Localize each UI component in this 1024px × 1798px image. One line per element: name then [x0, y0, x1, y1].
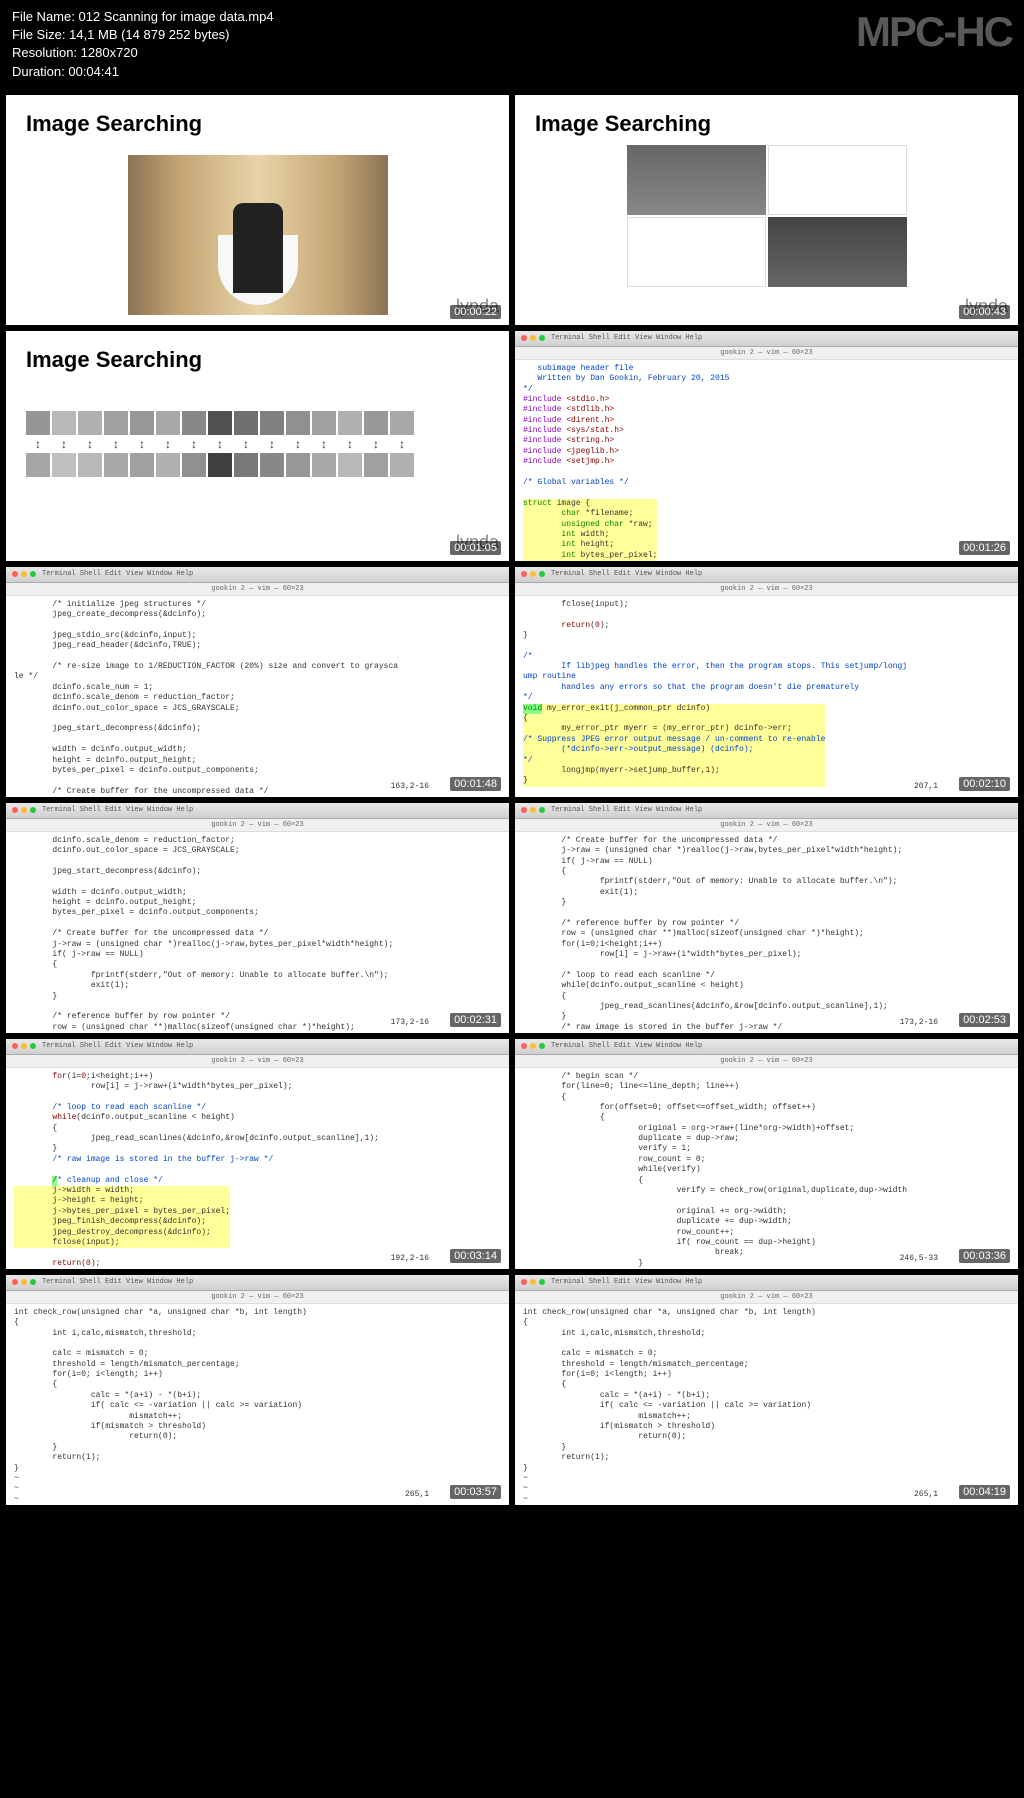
term-status-7: 173,2-16 [391, 1018, 429, 1027]
terminal-menubar: Terminal Shell Edit View Window Help [515, 803, 1018, 819]
timestamp-8: 00:02:53 [959, 1013, 1010, 1027]
timestamp-10: 00:03:36 [959, 1249, 1010, 1263]
terminal-code-4: subimage header file Written by Dan Gook… [515, 360, 1018, 561]
thumbnail-4[interactable]: Terminal Shell Edit View Window Help goo… [515, 331, 1018, 561]
term-status-11: 265,1 [405, 1490, 429, 1499]
timestamp-11: 00:03:57 [450, 1485, 501, 1499]
terminal-code-7: dcinfo.scale_denom = reduction_factor; d… [6, 832, 509, 1033]
term-status-6: 207,1 [914, 782, 938, 791]
term-status-8: 173,2-16 [900, 1018, 938, 1027]
duration: Duration: 00:04:41 [12, 63, 1012, 81]
terminal-menubar: Terminal Shell Edit View Window Help [6, 803, 509, 819]
terminal-menubar: Terminal Shell Edit View Window Help [6, 1039, 509, 1055]
terminal-code-11: int check_row(unsigned char *a, unsigned… [6, 1304, 509, 1505]
slide-title-3: Image Searching [6, 331, 509, 381]
terminal-title: gookin 2 — vim — 60×23 [515, 1055, 1018, 1068]
terminal-menubar: Terminal Shell Edit View Window Help [6, 1275, 509, 1291]
terminal-title: gookin 2 — vim — 60×23 [515, 1291, 1018, 1304]
thumbnail-12[interactable]: Terminal Shell Edit View Window Help goo… [515, 1275, 1018, 1505]
term-status-5: 163,2-16 [391, 782, 429, 791]
terminal-code-12: int check_row(unsigned char *a, unsigned… [515, 1304, 1018, 1505]
terminal-code-8: /* Create buffer for the uncompressed da… [515, 832, 1018, 1033]
thumbnail-11[interactable]: Terminal Shell Edit View Window Help goo… [6, 1275, 509, 1505]
timestamp-3: 00:01:05 [450, 541, 501, 555]
terminal-menubar: Terminal Shell Edit View Window Help [515, 331, 1018, 347]
thumbnail-7[interactable]: Terminal Shell Edit View Window Help goo… [6, 803, 509, 1033]
timestamp-2: 00:00:43 [959, 305, 1010, 319]
timestamp-5: 00:01:48 [450, 777, 501, 791]
terminal-menubar: Terminal Shell Edit View Window Help [515, 567, 1018, 583]
thumbnail-8[interactable]: Terminal Shell Edit View Window Help goo… [515, 803, 1018, 1033]
terminal-title: gookin 2 — vim — 60×23 [6, 1055, 509, 1068]
slide-title-1: Image Searching [6, 95, 509, 145]
thumbnail-9[interactable]: Terminal Shell Edit View Window Help goo… [6, 1039, 509, 1269]
file-info-header: File Name: 012 Scanning for image data.m… [0, 0, 1024, 89]
term-status-9: 192,2-16 [391, 1254, 429, 1263]
thumbnail-grid: Image Searching lynda 00:00:22 Image Sea… [0, 89, 1024, 1511]
term-status-10: 246,5-33 [900, 1254, 938, 1263]
thumbnail-2[interactable]: Image Searching lynda 00:00:43 [515, 95, 1018, 325]
timestamp-6: 00:02:10 [959, 777, 1010, 791]
terminal-title: gookin 2 — vim — 60×23 [515, 819, 1018, 832]
timestamp-1: 00:00:22 [450, 305, 501, 319]
thumbnail-1[interactable]: Image Searching lynda 00:00:22 [6, 95, 509, 325]
terminal-title: gookin 2 — vim — 60×23 [6, 1291, 509, 1304]
terminal-code-10: /* begin scan */ for(line=0; line<=line_… [515, 1068, 1018, 1269]
terminal-title: gookin 2 — vim — 60×23 [6, 583, 509, 596]
player-logo: MPC-HC [856, 8, 1012, 56]
terminal-menubar: Terminal Shell Edit View Window Help [6, 567, 509, 583]
timestamp-9: 00:03:14 [450, 1249, 501, 1263]
terminal-title: gookin 2 — vim — 60×23 [515, 347, 1018, 360]
terminal-code-5: /* initialize jpeg structures */ jpeg_cr… [6, 596, 509, 797]
timestamp-12: 00:04:19 [959, 1485, 1010, 1499]
terminal-title: gookin 2 — vim — 60×23 [515, 583, 1018, 596]
thumbnail-3[interactable]: Image Searching ↕↕↕↕↕↕↕↕↕↕↕↕↕↕↕ lynda 00… [6, 331, 509, 561]
slide-title-2: Image Searching [515, 95, 1018, 145]
terminal-title: gookin 2 — vim — 60×23 [6, 819, 509, 832]
terminal-code-9: for(i=0;i<height;i++) row[i] = j->raw+(i… [6, 1068, 509, 1269]
pixel-rows: ↕↕↕↕↕↕↕↕↕↕↕↕↕↕↕ [26, 411, 489, 477]
split-image [627, 145, 907, 287]
thumbnail-6[interactable]: Terminal Shell Edit View Window Help goo… [515, 567, 1018, 797]
thumbnail-5[interactable]: Terminal Shell Edit View Window Help goo… [6, 567, 509, 797]
terminal-menubar: Terminal Shell Edit View Window Help [515, 1275, 1018, 1291]
thumbnail-10[interactable]: Terminal Shell Edit View Window Help goo… [515, 1039, 1018, 1269]
timestamp-4: 00:01:26 [959, 541, 1010, 555]
term-status-12: 265,1 [914, 1490, 938, 1499]
terminal-code-6: fclose(input); return(0); } /* If libjpe… [515, 596, 1018, 797]
terminal-menubar: Terminal Shell Edit View Window Help [515, 1039, 1018, 1055]
wedding-photo [128, 155, 388, 315]
timestamp-7: 00:02:31 [450, 1013, 501, 1027]
